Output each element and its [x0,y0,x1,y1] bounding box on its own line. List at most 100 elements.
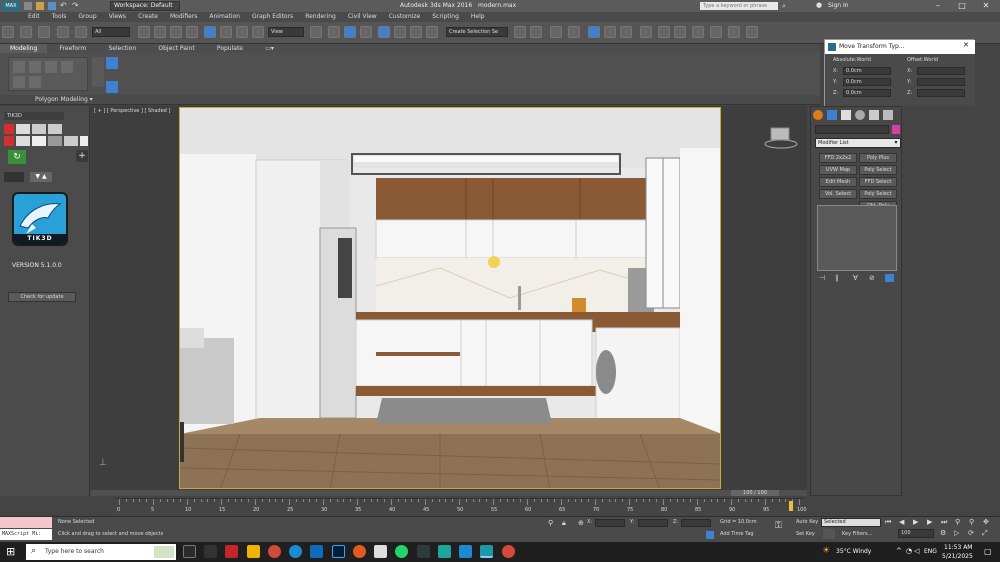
angle-snap-button[interactable] [378,26,390,38]
object-color-swatch[interactable] [892,125,900,134]
field-of-view-icon[interactable]: ▷ [954,529,959,537]
pivot-center-button[interactable] [310,26,322,38]
pin-stack-icon[interactable] [106,81,118,93]
chevron-down-icon[interactable]: ▾ [891,138,901,148]
modifier-button-poly-select-2[interactable]: Poly Select [859,189,897,199]
network-icon[interactable]: ◔ [906,547,912,555]
shield-tool-icon[interactable] [32,136,46,146]
key-selection-dropdown[interactable]: Selected [821,518,881,527]
material-editor-button[interactable] [620,26,632,38]
modifier-button-poly-plus[interactable]: Poly Plus [859,153,897,163]
edge-icon[interactable] [289,545,303,558]
zoom-icon[interactable]: ⚲ [955,518,960,526]
modifier-list-dropdown[interactable]: Modifier List [815,138,901,148]
settings-icon[interactable] [416,545,430,558]
a360-render-button[interactable] [710,26,722,38]
rectangular-selection-button[interactable] [170,26,182,38]
firefox-icon[interactable] [352,545,366,558]
pan-icon[interactable]: ✥ [983,518,989,526]
polygon-icon[interactable] [61,61,73,73]
menu-item-tools[interactable]: Tools [46,12,73,22]
modifier-button-ffd-select[interactable]: FFD Select [859,177,897,187]
offset-y-input[interactable] [917,78,965,86]
menu-item-graph-editors[interactable]: Graph Editors [246,12,299,22]
menu-item-modifiers[interactable]: Modifiers [164,12,203,22]
select-and-rotate-button[interactable] [220,26,232,38]
abs-y-input[interactable]: 0.0cm [843,78,891,86]
photoshop-icon[interactable] [331,545,345,558]
motion-tab-icon[interactable] [855,110,865,120]
refresh-tool-icon[interactable]: ↻ [8,150,26,164]
menu-item-edit[interactable]: Edit [22,12,46,22]
status-y-input[interactable] [638,519,668,527]
weather-text[interactable]: 35°C Windy [836,548,871,555]
configure-sets-button[interactable] [885,274,894,282]
youtube-app-icon[interactable] [225,545,239,558]
pin-stack-button[interactable]: ⊣ [819,274,825,282]
add-time-tag-button[interactable]: Add Time Tag [720,531,754,537]
tab-modeling[interactable]: Modeling [0,44,48,53]
percent-snap-button[interactable] [394,26,406,38]
toggle-ribbon-button[interactable] [568,26,580,38]
transform-close-button[interactable]: ✕ [963,41,969,49]
vertex-icon[interactable] [29,61,41,73]
time-slider[interactable]: 100 / 100 [91,490,807,496]
menu-item-help[interactable]: Help [465,12,491,22]
viewcube-icon[interactable] [763,122,799,150]
render-setup-button[interactable] [640,26,652,38]
windows-start-icon[interactable]: ⊞ [6,546,18,558]
next-frame-icon[interactable]: ▶ [927,518,932,526]
tab-populate[interactable]: Populate [207,44,253,53]
light-tool-icon[interactable] [80,136,88,146]
clock-time[interactable]: 11:53 AM [944,544,972,551]
workspace-dropdown[interactable]: Workspace: Default [110,1,180,11]
app-icon[interactable] [459,545,473,558]
render-tool-icon[interactable] [4,172,24,182]
track-bar[interactable]: 0 5 10 15 20 25 30 35 40 45 50 55 60 65 70 75 80 85 90 95 10… [115,498,807,516]
tab-object-paint[interactable]: Object Paint [148,44,204,53]
binoculars-icon[interactable]: ⌕ [782,2,790,10]
3dsmax-active-icon[interactable] [480,545,494,558]
offset-z-input[interactable] [917,89,965,97]
reference-coordinate-dropdown[interactable]: View [268,27,304,37]
border-icon[interactable] [13,76,25,88]
selection-filter-dropdown[interactable]: All [92,27,130,37]
utilities-tab-icon[interactable] [883,110,893,120]
modify-tab-icon[interactable] [827,110,837,120]
display-tab-icon[interactable] [869,110,879,120]
ribbon-options-icon[interactable]: ▭▾ [255,44,284,53]
plugin-header[interactable]: TIK3D [4,112,64,120]
check-update-button[interactable]: Check for update [8,292,76,302]
undo-button[interactable] [2,26,14,38]
go-to-end-icon[interactable]: ⏭ [941,518,947,527]
menu-item-customize[interactable]: Customize [383,12,427,22]
element-icon[interactable] [29,76,41,88]
whatsapp-icon[interactable] [395,545,409,558]
viewport-label[interactable]: [ + ] [ Perspective ] [ Shaded ] [94,108,170,114]
bind-space-warp-button[interactable] [74,26,87,38]
select-and-place-button[interactable] [252,26,264,38]
align-button[interactable] [530,26,542,38]
store-icon[interactable] [310,545,324,558]
hierarchy-tab-icon[interactable] [841,110,851,120]
volume-icon[interactable]: ◁ [914,547,919,555]
keyboard-shortcut-toggle-button[interactable] [344,26,356,38]
open-file-icon[interactable] [36,2,44,10]
3dsmax-alt-icon[interactable] [437,545,451,558]
spinner-snap-button[interactable] [410,26,422,38]
time-marker[interactable] [789,501,793,511]
key-icon[interactable]: ⚿ [775,521,782,531]
shape-tool-icon[interactable] [32,124,46,134]
modifier-button-ffd[interactable]: FFD 2x2x2 [819,153,857,163]
select-manipulate-button[interactable] [328,26,340,38]
add-tool-icon[interactable]: + [76,150,88,162]
current-frame-input[interactable]: 100 [898,529,934,538]
object-name-input[interactable] [815,125,889,134]
modifier-button-edit-mesh[interactable]: Edit Mesh [819,177,857,187]
show-end-result-button[interactable]: ∥ [835,274,839,282]
menu-item-group[interactable]: Group [72,12,102,22]
save-file-icon[interactable] [48,2,56,10]
time-config-icon[interactable]: ⚙ [940,529,946,537]
modifier-button-vol-select[interactable]: Vol. Select [819,189,857,199]
status-x-input[interactable] [595,519,625,527]
